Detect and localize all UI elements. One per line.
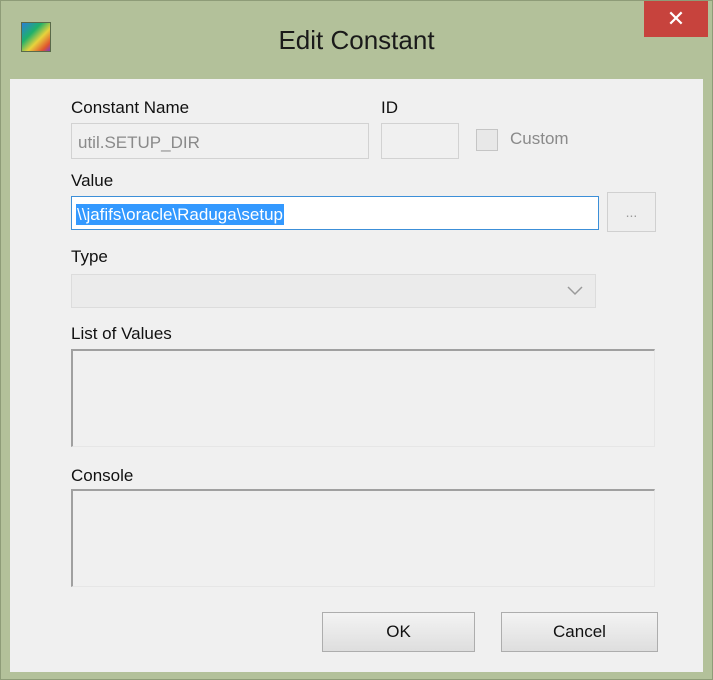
- id-label: ID: [381, 98, 398, 117]
- id-field[interactable]: [381, 123, 459, 159]
- dialog-body: Constant Name util.SETUP_DIR ID Custom V…: [10, 79, 703, 672]
- close-icon: ✕: [666, 6, 686, 31]
- constant-name-label: Constant Name: [71, 98, 190, 117]
- constant-name-field[interactable]: util.SETUP_DIR: [71, 123, 369, 159]
- cancel-button[interactable]: Cancel: [501, 612, 658, 652]
- chevron-down-icon: [561, 277, 589, 305]
- close-button[interactable]: ✕: [644, 1, 708, 37]
- type-label: Type: [71, 247, 108, 266]
- console-box[interactable]: [71, 489, 655, 587]
- title-bar[interactable]: Edit Constant ✕: [1, 1, 712, 81]
- custom-label: Custom: [510, 129, 569, 148]
- custom-checkbox[interactable]: [476, 129, 498, 151]
- browse-button[interactable]: ...: [607, 192, 656, 232]
- value-text: \\jafifs\oracle\Raduga\setup: [76, 204, 285, 225]
- ok-button[interactable]: OK: [322, 612, 475, 652]
- dialog-title: Edit Constant: [278, 25, 435, 55]
- value-input[interactable]: \\jafifs\oracle\Raduga\setup: [71, 196, 599, 230]
- list-of-values-box[interactable]: [71, 349, 655, 447]
- list-of-values-label: List of Values: [71, 324, 172, 343]
- type-select[interactable]: [71, 274, 596, 308]
- edit-constant-dialog: Edit Constant ✕ Constant Name util.SETUP…: [0, 0, 713, 680]
- value-label: Value: [71, 171, 114, 190]
- console-label: Console: [71, 466, 134, 485]
